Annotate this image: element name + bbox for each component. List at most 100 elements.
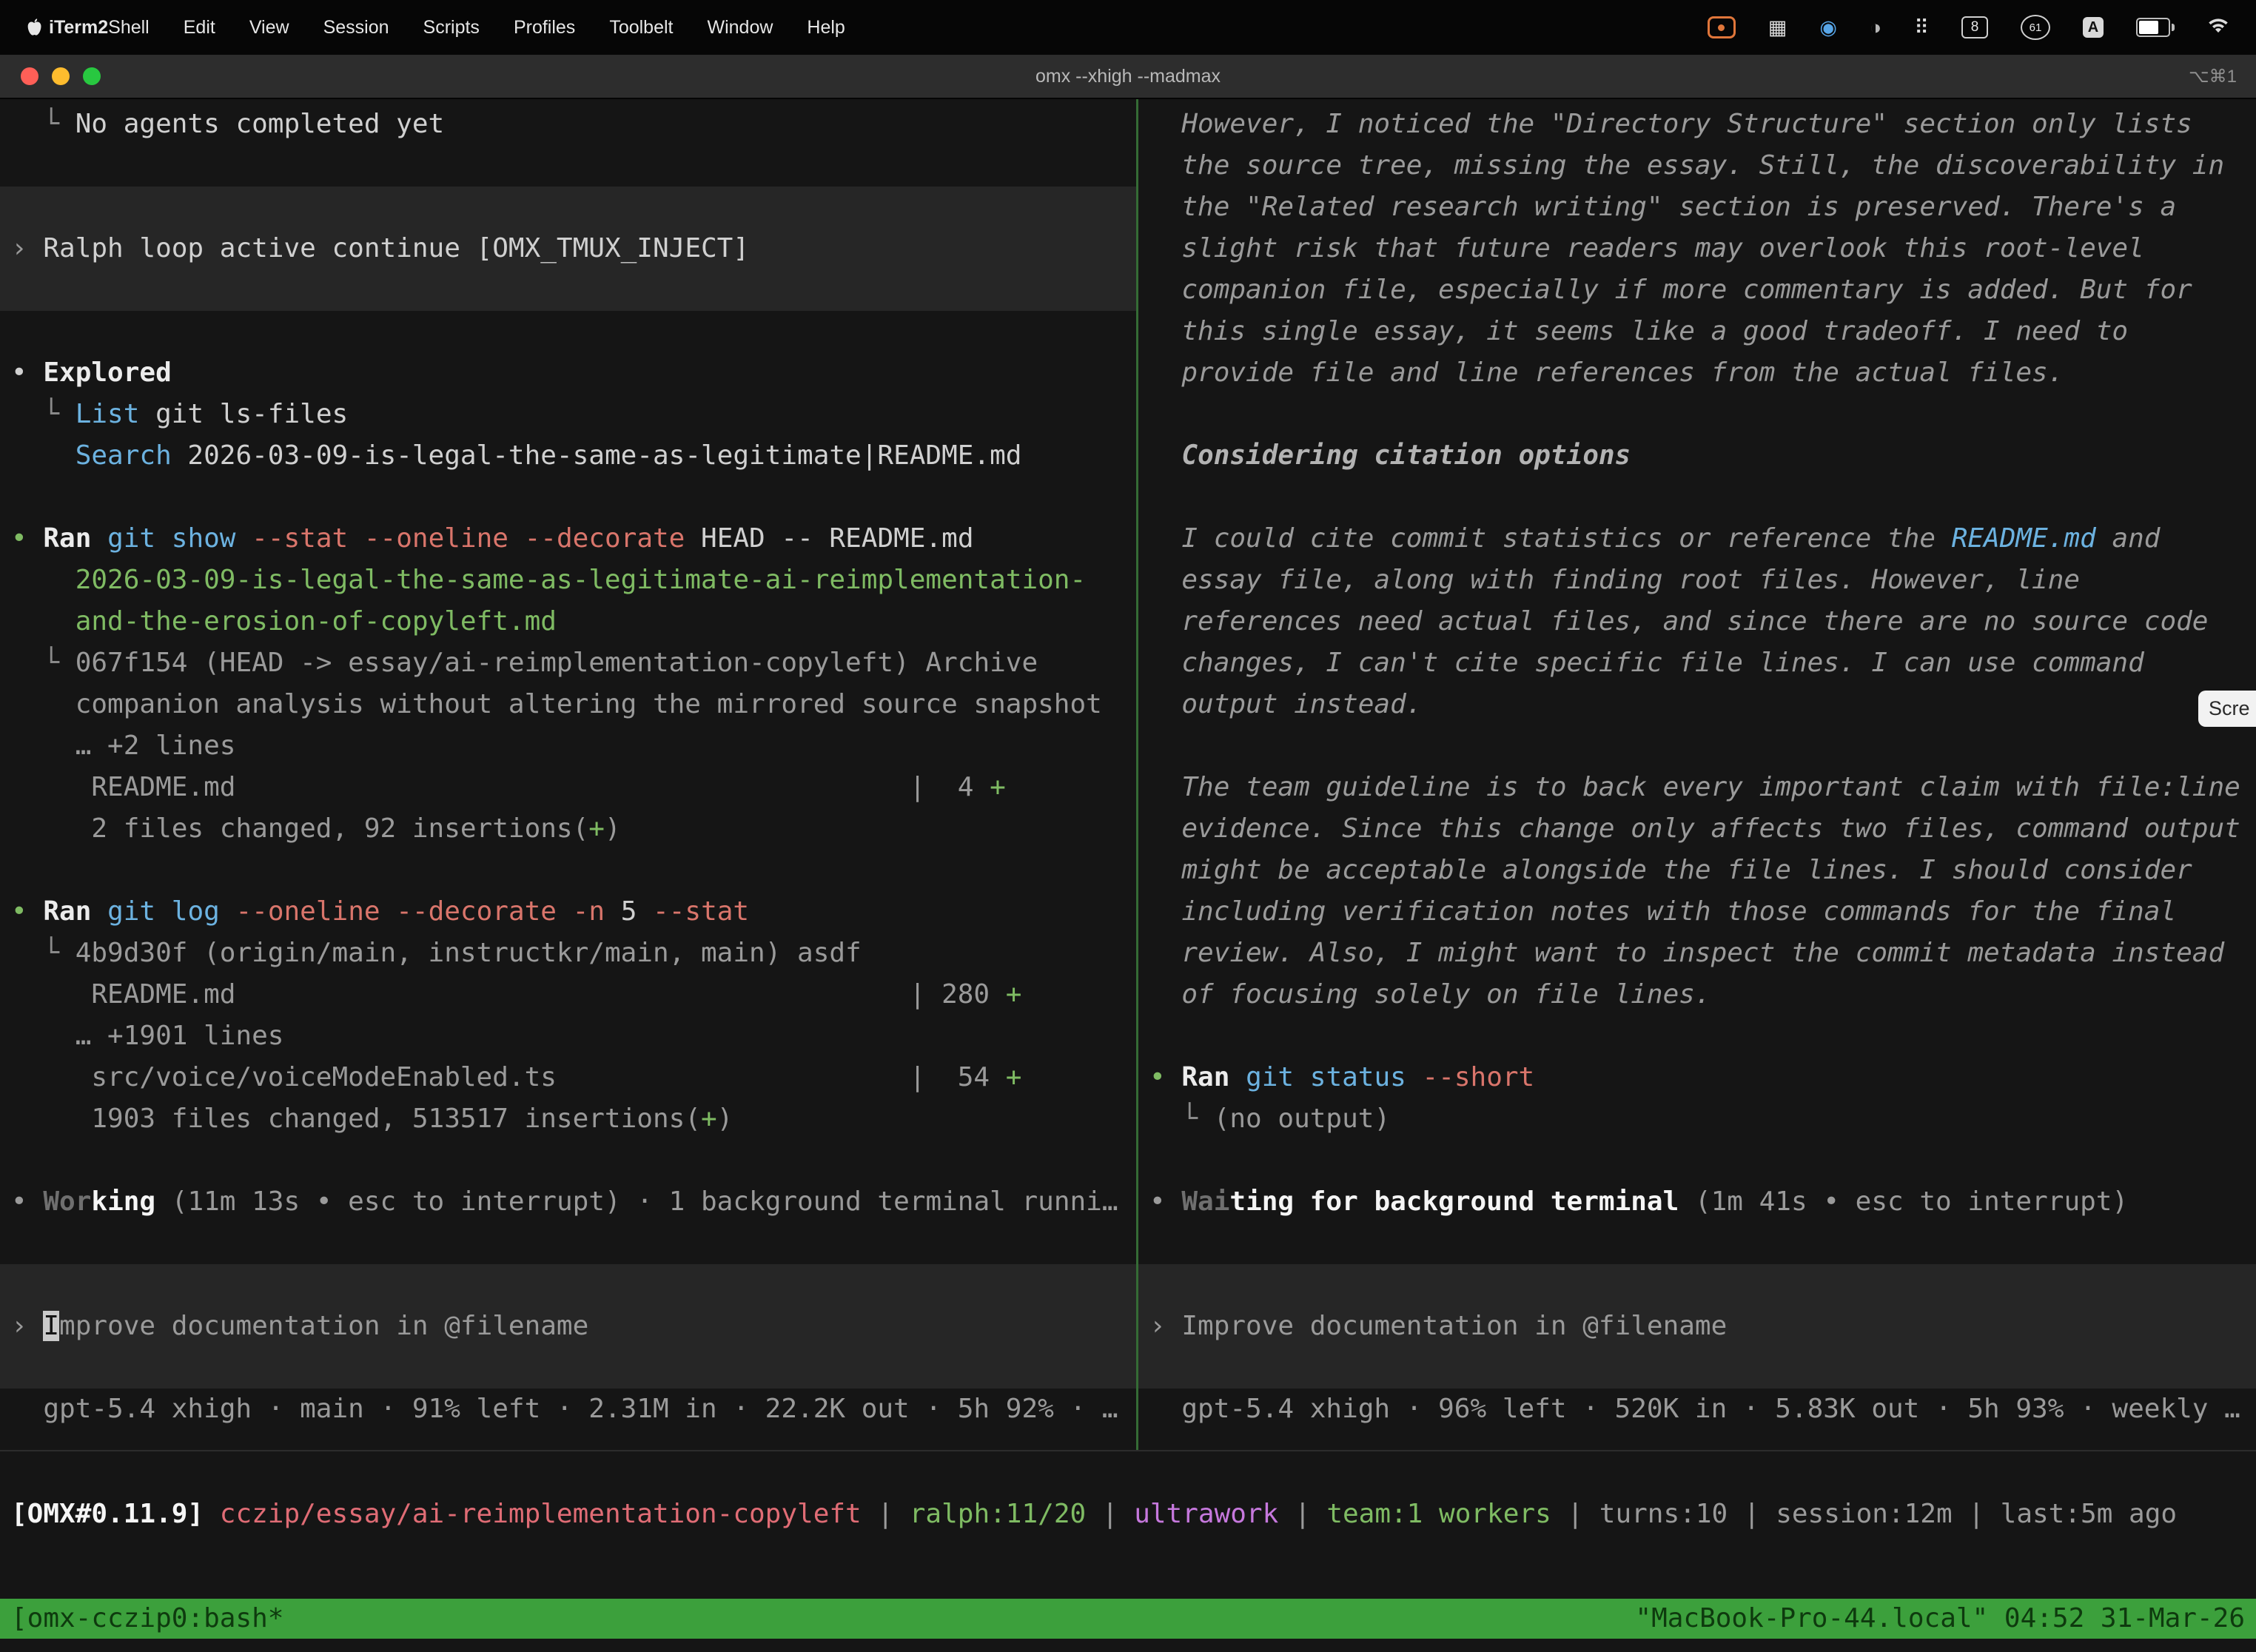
menu-item-scripts[interactable]: Scripts [423,17,480,38]
menu-item-session[interactable]: Session [323,17,389,38]
menu-item-view[interactable]: View [249,17,289,38]
blank-line [1149,394,2256,435]
text-run: 2026-03-09-is-legal-the-same-as-legitima… [11,565,1086,595]
macos-menu-bar: iTerm2 Shell Edit View Session Scripts Profil… [0,0,2256,55]
text-run [91,523,107,554]
wifi-icon[interactable] [2207,16,2229,39]
text-run: ) [605,813,621,844]
right-terminal-pane[interactable]: However, I noticed the "Directory Struct… [1138,99,2256,1450]
text-run: Ran [1181,1062,1229,1092]
text-run: [OMX#0.11.9] [11,1499,220,1529]
menu-item-profiles[interactable]: Profiles [514,17,575,38]
text-run: + [1006,979,1022,1010]
thinking-line: including verification notes with those … [1149,891,2256,933]
battery-icon[interactable] [2136,18,2175,37]
text-run: • [11,357,43,388]
blank-line [1149,1015,2256,1057]
thinking-line: evidence. Since this change only affects… [1149,808,2256,850]
prompt-input-left[interactable]: › Improve documentation in @filename [0,1264,1136,1389]
text-run: session:12m [1776,1499,1952,1529]
app-icon-blue[interactable]: ◉ [1819,16,1837,39]
text-run: HEAD -- README.md [685,523,973,554]
text-run: 5 [605,896,653,927]
input-source-icon[interactable]: A [2083,17,2104,38]
text-run: + [588,813,605,844]
menu-item-edit[interactable]: Edit [184,17,215,38]
dots-grid-icon[interactable]: ⠿ [1914,16,1929,39]
prompt-input-line[interactable]: › Improve documentation in @filename [1149,1306,2256,1347]
battery-nub [2172,24,2175,31]
text-run: Ralph loop active continue [OMX_TMUX_INJ… [43,233,749,263]
text-run: 2 files changed, 92 insertions( [11,813,588,844]
menu-item-iterm2[interactable]: iTerm2 [49,17,108,38]
thinking-line: of focusing solely on file lines. [1149,974,2256,1015]
screen-sharing-pill[interactable]: Scre [2198,691,2256,727]
model-status-line: gpt-5.4 xhigh · main · 91% left · 2.31M … [11,1389,1136,1430]
text-run: + [701,1104,717,1134]
text-run: List [75,399,140,429]
ralph-banner-line: › Ralph loop active continue [OMX_TMUX_I… [11,228,1136,269]
close-button[interactable] [21,67,38,85]
text-run: git ls-files [139,399,348,429]
zoom-button[interactable] [83,67,101,85]
text-run: └ [11,648,75,678]
diffstat-summary-line: 2 files changed, 92 insertions(+) [11,808,1136,850]
agents-status-line: └ No agents completed yet [11,104,1136,145]
text-run: mprove documentation in @filename [59,1311,588,1341]
keyboard-icon[interactable]: ▦ [1768,16,1787,39]
iterm2-window: iTerm2 Shell Edit View Session Scripts Profil… [0,0,2256,1652]
thinking-line: output instead. [1149,684,2256,725]
text-run: | [862,1499,910,1529]
prompt-input-line[interactable]: › Improve documentation in @filename [11,1306,1136,1347]
text-run: this single essay, it seems like a good … [1149,316,2128,346]
ellipsis-line: … +1901 lines [11,1015,1136,1057]
window-title-bar[interactable]: omx --xhigh --madmax ⌥⌘1 [0,55,2256,99]
text-run: | [1728,1499,1776,1529]
minimize-button[interactable] [52,67,70,85]
text-run: Ran [43,523,91,554]
text-run: and [2096,523,2161,554]
text-run: provide file and line references from th… [1149,357,2064,388]
ralph-inject-banner: › Ralph loop active continue [OMX_TMUX_I… [0,187,1136,311]
text-run: --short [1423,1062,1535,1092]
blank-line [11,1140,1136,1181]
text-run: Ran [43,896,91,927]
text-run: git status [1246,1062,1406,1092]
keycap-8-icon[interactable]: 8 [1961,16,1988,38]
menu-item-toolbelt[interactable]: Toolbelt [609,17,673,38]
text-run: last:5m ago [2001,1499,2177,1529]
text-run: I [43,1311,59,1341]
recording-indicator-icon[interactable] [1708,16,1736,38]
apple-menu[interactable] [27,19,41,36]
text-run: | [1086,1499,1134,1529]
text-run: ) [717,1104,733,1134]
thinking-header: Considering citation options [1149,435,2256,477]
app-icon-dark[interactable]: ◑ [1870,16,1881,39]
text-run: (11m 13s • esc to interrupt) · 1 backgro… [155,1186,1118,1217]
thinking-line: essay file, along with finding root file… [1149,560,2256,601]
menu-item-shell[interactable]: Shell [108,17,150,38]
thinking-line: might be acceptable alongside the file l… [1149,850,2256,891]
battery-percent-icon[interactable]: 61 [2021,15,2050,40]
prompt-input-right[interactable]: › Improve documentation in @filename [1138,1264,2256,1389]
text-run: Improve documentation in @filename [1181,1311,1727,1341]
explored-search-line: Search 2026-03-09-is-legal-the-same-as-l… [11,435,1136,477]
text-run: including verification notes with those … [1149,896,2176,927]
left-terminal-pane[interactable]: └ No agents completed yet › Ralph loop ac… [0,99,1138,1450]
ran-git-show-line: • Ran git show --stat --oneline --decora… [11,518,1136,560]
blank-line [1149,1223,2256,1264]
menu-item-window[interactable]: Window [707,17,773,38]
text-run: • [1149,1062,1181,1092]
text-run: slight risk that future readers may over… [1149,233,2144,263]
text-run: └ [1149,1104,1214,1134]
text-run: gpt-5.4 xhigh · main · 91% left · 2.31M … [11,1394,1118,1424]
text-run: references need actual files, and since … [1149,606,2208,637]
blank-line [11,477,1136,518]
text-run: › [1149,1311,1181,1341]
text-run: 067f154 (HEAD -> essay/ai-reimplementati… [75,648,1038,678]
text-run: (1m 41s • esc to interrupt) [1679,1186,2128,1217]
thinking-line: I could cite commit statistics or refere… [1149,518,2256,560]
text-run: king [91,1186,155,1217]
thinking-line: the source tree, missing the essay. Stil… [1149,145,2256,187]
menu-item-help[interactable]: Help [807,17,845,38]
